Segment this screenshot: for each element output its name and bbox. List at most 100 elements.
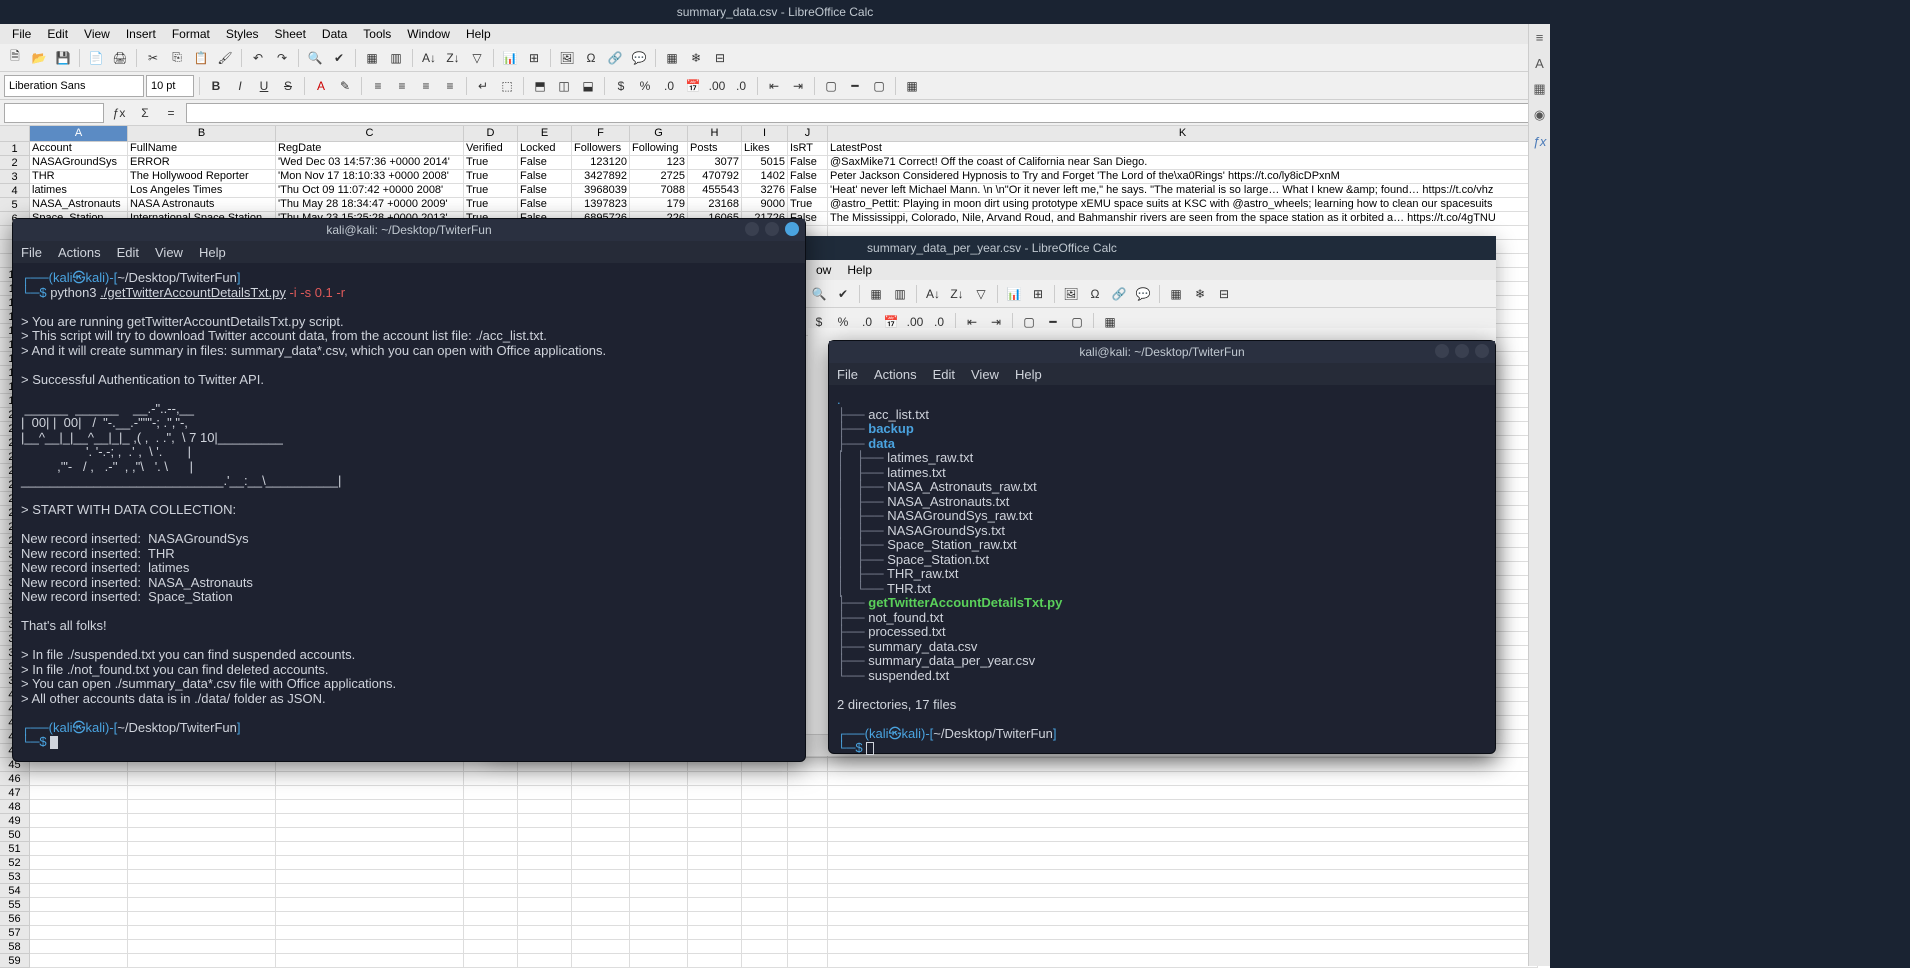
font-size-combo[interactable] (146, 75, 194, 97)
cell[interactable]: LatestPost (828, 142, 1538, 156)
sort-desc-icon[interactable]: Z↓ (946, 283, 968, 305)
bold-icon[interactable]: B (205, 75, 227, 97)
cell[interactable] (464, 940, 518, 954)
cell[interactable] (30, 828, 128, 842)
cell[interactable] (518, 940, 572, 954)
cell[interactable] (518, 842, 572, 856)
align-right-icon[interactable]: ≡ (415, 75, 437, 97)
cell[interactable] (688, 800, 742, 814)
menu-file[interactable]: File (4, 25, 39, 43)
freeze-icon[interactable]: ❄ (685, 47, 707, 69)
cell[interactable] (630, 856, 688, 870)
freeze-icon[interactable]: ❄ (1189, 283, 1211, 305)
cell[interactable] (788, 842, 828, 856)
cell[interactable]: 5015 (742, 156, 788, 170)
col-header-K[interactable]: K (828, 126, 1538, 142)
cell[interactable] (128, 870, 276, 884)
row-icon[interactable]: ▦ (361, 47, 383, 69)
headers-icon[interactable]: ▦ (1165, 283, 1187, 305)
cell[interactable] (788, 814, 828, 828)
col-header-D[interactable]: D (464, 126, 518, 142)
row-header[interactable]: 58 (0, 940, 30, 954)
cell[interactable]: 'Mon Nov 17 18:10:33 +0000 2008' (276, 170, 464, 184)
close-icon[interactable] (785, 222, 799, 236)
cell[interactable]: FullName (128, 142, 276, 156)
term2-titlebar[interactable]: kali@kali: ~/Desktop/TwiterFun (829, 341, 1495, 363)
formula-input[interactable] (186, 103, 1546, 123)
term2-body[interactable]: . ├── acc_list.txt ├── backup ├── data │… (829, 385, 1495, 764)
align-left-icon[interactable]: ≡ (367, 75, 389, 97)
cell[interactable] (788, 870, 828, 884)
cell[interactable] (688, 926, 742, 940)
cell[interactable] (828, 772, 1538, 786)
cell[interactable] (518, 926, 572, 940)
cell[interactable]: The Hollywood Reporter (128, 170, 276, 184)
cell[interactable] (742, 828, 788, 842)
col-header-A[interactable]: A (30, 126, 128, 142)
cell[interactable]: NASAGroundSys (30, 156, 128, 170)
row-header[interactable]: 56 (0, 912, 30, 926)
term-menu-edit[interactable]: Edit (933, 367, 955, 382)
cell[interactable]: The Mississippi, Colorado, Nile, Arvand … (828, 212, 1538, 226)
border-style-icon[interactable]: ━ (844, 75, 866, 97)
cell[interactable] (518, 786, 572, 800)
cell[interactable]: False (518, 156, 572, 170)
indent-dec-icon[interactable]: ⇤ (763, 75, 785, 97)
cell[interactable] (742, 940, 788, 954)
cell[interactable] (128, 926, 276, 940)
cell[interactable] (464, 856, 518, 870)
row-header[interactable]: 52 (0, 856, 30, 870)
special-char-icon[interactable]: Ω (1084, 283, 1106, 305)
cell[interactable] (742, 786, 788, 800)
cell[interactable]: Peter Jackson Considered Hypnosis to Try… (828, 170, 1538, 184)
cell[interactable]: 'Thu Oct 09 11:07:42 +0000 2008' (276, 184, 464, 198)
cell[interactable] (128, 856, 276, 870)
cell[interactable]: 3968039 (572, 184, 630, 198)
cell[interactable] (688, 940, 742, 954)
spellcheck-icon[interactable]: ✔ (328, 47, 350, 69)
cell[interactable] (688, 828, 742, 842)
cell[interactable]: False (518, 170, 572, 184)
cell-reference-input[interactable] (4, 103, 104, 123)
cell[interactable] (30, 800, 128, 814)
cell[interactable] (572, 870, 630, 884)
cell[interactable] (30, 912, 128, 926)
menu-help[interactable]: Help (458, 25, 499, 43)
cell[interactable]: RegDate (276, 142, 464, 156)
row-header[interactable]: 4 (0, 184, 30, 198)
valign-mid-icon[interactable]: ◫ (553, 75, 575, 97)
cell[interactable] (518, 800, 572, 814)
cell[interactable] (518, 772, 572, 786)
cell[interactable] (630, 940, 688, 954)
cell[interactable] (128, 884, 276, 898)
sidebar-properties-icon[interactable]: ≡ (1531, 28, 1549, 46)
cell[interactable] (276, 814, 464, 828)
cell[interactable] (788, 856, 828, 870)
cell[interactable] (630, 828, 688, 842)
col-header-G[interactable]: G (630, 126, 688, 142)
new-doc-icon[interactable]: 🗎 (4, 47, 26, 69)
cell[interactable] (742, 870, 788, 884)
cell[interactable] (828, 800, 1538, 814)
open-icon[interactable]: 📂 (28, 47, 50, 69)
cell[interactable]: 'Wed Dec 03 14:57:36 +0000 2014' (276, 156, 464, 170)
cell[interactable] (742, 800, 788, 814)
cell[interactable] (128, 772, 276, 786)
col-header-C[interactable]: C (276, 126, 464, 142)
cell[interactable] (572, 814, 630, 828)
cell[interactable]: 1397823 (572, 198, 630, 212)
cell[interactable] (630, 842, 688, 856)
cell[interactable] (788, 884, 828, 898)
cell[interactable] (30, 884, 128, 898)
cell[interactable] (742, 772, 788, 786)
clone-format-icon[interactable]: 🖌 (214, 47, 236, 69)
cell[interactable] (630, 912, 688, 926)
cell[interactable] (788, 786, 828, 800)
cell[interactable] (30, 772, 128, 786)
align-justify-icon[interactable]: ≡ (439, 75, 461, 97)
cell[interactable]: 'Thu May 28 18:34:47 +0000 2009' (276, 198, 464, 212)
sidebar-gallery-icon[interactable]: ▦ (1531, 80, 1549, 98)
cell[interactable] (688, 856, 742, 870)
cell[interactable]: 179 (630, 198, 688, 212)
cell[interactable]: 3077 (688, 156, 742, 170)
